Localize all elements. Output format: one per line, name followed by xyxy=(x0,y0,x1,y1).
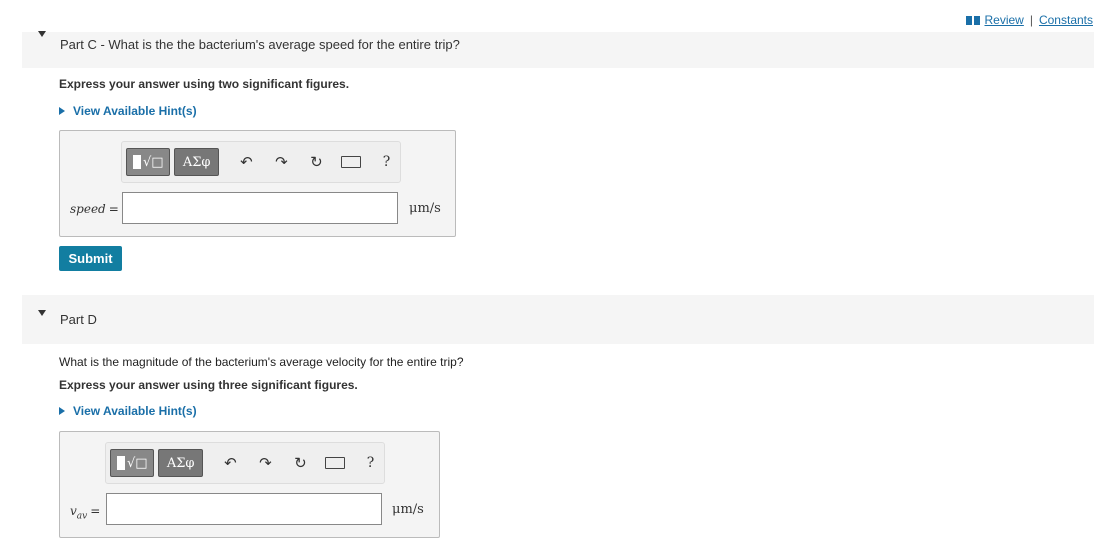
help-icon[interactable]: ? xyxy=(373,149,400,175)
part-d-header[interactable]: Part D xyxy=(22,295,1094,344)
top-links: Review | Constants xyxy=(966,13,1093,27)
templates-button[interactable]: √□ xyxy=(110,449,155,477)
velocity-label: vav = xyxy=(70,504,101,522)
velocity-input[interactable] xyxy=(106,493,382,525)
part-d-instruction: Express your answer using three signific… xyxy=(59,378,358,392)
part-d-hint-toggle[interactable]: View Available Hint(s) xyxy=(59,404,197,418)
templates-button[interactable]: √□ xyxy=(126,148,171,176)
reset-icon[interactable]: ↻ xyxy=(303,149,330,175)
submit-button[interactable]: Submit xyxy=(59,246,122,271)
chevron-right-icon xyxy=(59,107,65,115)
keyboard-icon[interactable] xyxy=(338,149,365,175)
part-c-answer-box: √□ ΑΣφ ↶ ↷ ↻ ? speed = μm/s xyxy=(59,130,456,237)
part-c-header[interactable]: Part C - What is the the bacterium's ave… xyxy=(22,31,1094,68)
reset-icon[interactable]: ↻ xyxy=(287,450,314,476)
greek-symbols-button[interactable]: ΑΣφ xyxy=(174,148,219,176)
part-c-instruction: Express your answer using two significan… xyxy=(59,77,350,91)
speed-input[interactable] xyxy=(122,192,398,224)
velocity-unit: μm/s xyxy=(392,502,424,517)
book-icon xyxy=(966,15,981,25)
part-c-hint-label: View Available Hint(s) xyxy=(73,104,197,118)
part-c-math-toolbar: √□ ΑΣφ ↶ ↷ ↻ ? xyxy=(121,141,401,183)
part-d-answer-box: √□ ΑΣφ ↶ ↷ ↻ ? vav = μm/s xyxy=(59,431,440,538)
part-d-question: What is the magnitude of the bacterium's… xyxy=(59,355,464,369)
redo-icon[interactable]: ↷ xyxy=(252,450,279,476)
help-icon[interactable]: ? xyxy=(357,450,384,476)
part-d-math-toolbar: √□ ΑΣφ ↶ ↷ ↻ ? xyxy=(105,442,385,484)
part-c-hint-toggle[interactable]: View Available Hint(s) xyxy=(59,104,197,118)
part-d-title: Part D xyxy=(60,312,97,327)
constants-link[interactable]: Constants xyxy=(1039,13,1093,27)
redo-icon[interactable]: ↷ xyxy=(268,149,295,175)
chevron-down-icon[interactable] xyxy=(38,310,46,316)
speed-unit: μm/s xyxy=(409,201,441,216)
keyboard-icon[interactable] xyxy=(322,450,349,476)
review-link[interactable]: Review xyxy=(984,13,1023,27)
part-c-title: Part C - What is the the bacterium's ave… xyxy=(60,36,460,52)
part-d-hint-label: View Available Hint(s) xyxy=(73,404,197,418)
undo-icon[interactable]: ↶ xyxy=(217,450,244,476)
undo-icon[interactable]: ↶ xyxy=(233,149,260,175)
chevron-down-icon[interactable] xyxy=(38,31,46,37)
link-separator: | xyxy=(1029,13,1033,27)
chevron-right-icon xyxy=(59,407,65,415)
speed-label: speed = xyxy=(70,202,119,216)
greek-symbols-button[interactable]: ΑΣφ xyxy=(158,449,203,477)
